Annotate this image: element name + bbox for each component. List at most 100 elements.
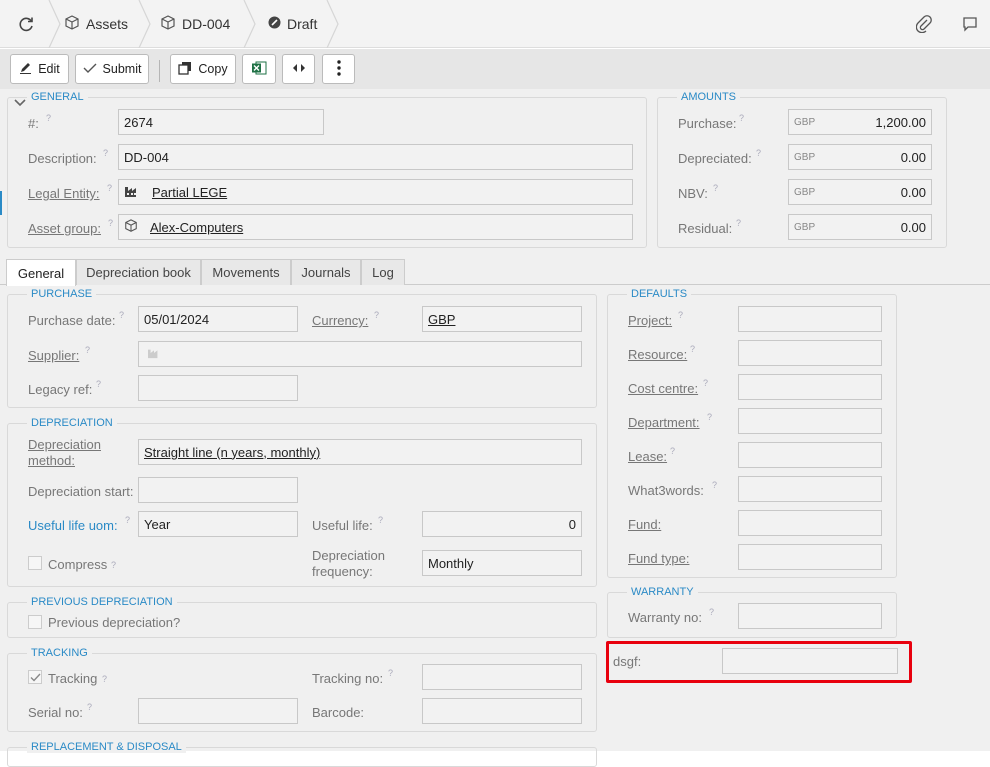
expand-width-button[interactable] [282, 54, 315, 84]
breadcrumb-status[interactable]: Draft [268, 0, 317, 48]
useful-life-field[interactable]: 0 [422, 511, 582, 537]
help-icon[interactable]: ? [111, 560, 116, 570]
help-icon[interactable]: ? [670, 446, 675, 456]
supplier-field[interactable] [138, 341, 582, 367]
what3words-field[interactable] [738, 476, 882, 502]
number-field[interactable]: 2674 [118, 109, 324, 135]
compress-checkbox[interactable] [28, 556, 42, 570]
resource-field[interactable] [738, 340, 882, 366]
help-icon[interactable]: ? [119, 310, 124, 320]
breadcrumb-asset[interactable]: DD-004 [160, 0, 230, 48]
lease-label[interactable]: Lease: [628, 449, 667, 465]
department-field[interactable] [738, 408, 882, 434]
tab-movements[interactable]: Movements [201, 259, 291, 285]
description-field[interactable]: DD-004 [118, 144, 633, 170]
asset-group-label[interactable]: Asset group: [28, 221, 101, 237]
asset-group-field[interactable]: Alex-Computers [118, 214, 633, 240]
lease-field[interactable] [738, 442, 882, 468]
currency-code: GBP [794, 116, 816, 128]
more-actions-button[interactable] [322, 54, 355, 84]
help-icon[interactable]: ? [712, 480, 717, 490]
legal-entity-link[interactable]: Partial LEGE [152, 185, 227, 200]
refresh-icon[interactable] [14, 12, 38, 36]
warranty-section-title: WARRANTY [627, 586, 698, 598]
comment-icon[interactable] [958, 12, 982, 36]
help-icon[interactable]: ? [690, 344, 695, 354]
currency-label[interactable]: Currency: [312, 313, 368, 329]
currency-link[interactable]: GBP [428, 312, 455, 327]
purchase-date-field[interactable]: 05/01/2024 [138, 306, 298, 332]
help-icon[interactable]: ? [707, 412, 712, 422]
toolbar-divider [159, 60, 160, 82]
tab-depreciation-book[interactable]: Depreciation book [76, 259, 201, 285]
tracking-checkbox[interactable] [28, 670, 42, 684]
chevron-down-icon[interactable] [14, 95, 26, 110]
paperclip-icon[interactable] [912, 12, 936, 36]
help-icon[interactable]: ? [107, 183, 112, 193]
useful-life-uom-field[interactable]: Year [138, 511, 298, 537]
department-label[interactable]: Department: [628, 415, 700, 431]
amounts-section: AMOUNTS Purchase: ? GBP 1,200.00 Deprecia… [657, 91, 947, 248]
help-icon[interactable]: ? [125, 515, 130, 525]
tab-journals[interactable]: Journals [291, 259, 361, 285]
cost-centre-field[interactable] [738, 374, 882, 400]
help-icon[interactable]: ? [374, 310, 379, 320]
dsgf-field[interactable] [722, 648, 898, 674]
tab-log[interactable]: Log [361, 259, 405, 285]
serial-no-field[interactable] [138, 698, 298, 724]
fund-field[interactable] [738, 510, 882, 536]
tab-general[interactable]: General [6, 259, 76, 286]
depreciation-method-label[interactable]: Depreciation method: [28, 437, 101, 469]
legacy-ref-field[interactable] [138, 375, 298, 401]
barcode-field[interactable] [422, 698, 582, 724]
help-icon[interactable]: ? [108, 218, 113, 228]
help-icon[interactable]: ? [713, 183, 718, 193]
depreciation-method-field[interactable]: Straight line (n years, monthly) [138, 439, 582, 465]
breadcrumb-assets[interactable]: Assets [64, 0, 128, 48]
resource-label[interactable]: Resource: [628, 347, 687, 363]
supplier-label[interactable]: Supplier: [28, 348, 79, 364]
previous-depreciation-checkbox[interactable] [28, 615, 42, 629]
warranty-no-field[interactable] [738, 603, 882, 629]
depreciation-frequency-field[interactable]: Monthly [422, 550, 582, 576]
replacement-disposal-section: REPLACEMENT & DISPOSAL [7, 741, 597, 767]
help-icon[interactable]: ? [739, 113, 744, 123]
help-icon[interactable]: ? [96, 379, 101, 389]
help-icon[interactable]: ? [85, 345, 90, 355]
help-icon[interactable]: ? [103, 148, 108, 158]
cost-centre-label[interactable]: Cost centre: [628, 381, 698, 397]
help-icon[interactable]: ? [709, 607, 714, 617]
copy-button[interactable]: Copy [170, 54, 236, 84]
help-icon[interactable]: ? [703, 378, 708, 388]
currency-field[interactable]: GBP [422, 306, 582, 332]
side-accent [0, 191, 2, 215]
asset-group-link[interactable]: Alex-Computers [150, 220, 243, 235]
what3words-label: What3words: [628, 483, 704, 498]
help-icon[interactable]: ? [736, 218, 741, 228]
residual-amount-field: GBP 0.00 [788, 214, 932, 240]
warranty-no-label: Warranty no: [628, 610, 702, 625]
number-value: 2674 [124, 114, 153, 130]
help-icon[interactable]: ? [46, 113, 51, 123]
help-icon[interactable]: ? [678, 310, 683, 320]
help-icon[interactable]: ? [388, 668, 393, 678]
help-icon[interactable]: ? [756, 148, 761, 158]
export-excel-button[interactable] [242, 54, 276, 84]
serial-no-label: Serial no: [28, 705, 83, 720]
help-icon[interactable]: ? [378, 515, 383, 525]
tracking-no-field[interactable] [422, 664, 582, 690]
legal-entity-label[interactable]: Legal Entity: [28, 186, 100, 202]
fund-label[interactable]: Fund: [628, 517, 661, 533]
help-icon[interactable]: ? [102, 674, 107, 684]
fund-type-label[interactable]: Fund type: [628, 551, 689, 567]
project-label[interactable]: Project: [628, 313, 672, 329]
depreciation-method-link[interactable]: Straight line (n years, monthly) [144, 445, 320, 460]
fund-type-field[interactable] [738, 544, 882, 570]
legal-entity-field[interactable]: Partial LEGE [118, 179, 633, 205]
currency-code: GBP [794, 221, 816, 233]
edit-button[interactable]: Edit [10, 54, 69, 84]
help-icon[interactable]: ? [87, 702, 92, 712]
depreciation-start-field[interactable] [138, 477, 298, 503]
project-field[interactable] [738, 306, 882, 332]
submit-button[interactable]: Submit [75, 54, 149, 84]
